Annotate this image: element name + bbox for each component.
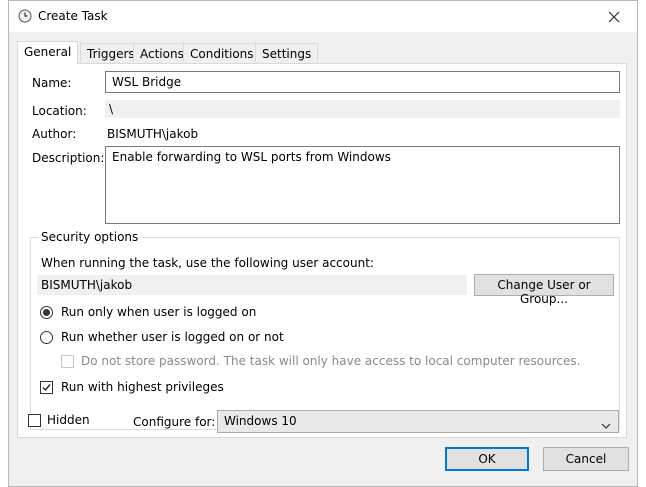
security-options-group: Security options When running the task, … (30, 230, 620, 430)
general-tab-panel: Name: WSL Bridge Location: \ Author: BIS… (17, 63, 627, 438)
radio-run-only-logged-on-label: Run only when user is logged on (61, 305, 257, 319)
author-value: BISMUTH\jakob (107, 127, 199, 141)
create-task-dialog: Create Task General Triggers Actions Con… (8, 0, 638, 487)
location-value: \ (105, 100, 620, 118)
checkbox-highest-privileges[interactable] (40, 381, 53, 394)
tab-general[interactable]: General (17, 41, 79, 64)
background-window-left (0, 0, 8, 487)
radio-run-whether-label: Run whether user is logged on or not (61, 330, 284, 344)
clock-icon (18, 9, 32, 23)
radio-run-whether[interactable] (40, 331, 53, 344)
tab-conditions[interactable]: Conditions (183, 43, 261, 62)
chevron-down-icon (601, 418, 611, 432)
configure-for-select[interactable]: Windows 10 (217, 410, 619, 433)
tab-settings[interactable]: Settings (255, 43, 319, 62)
close-icon (608, 11, 620, 23)
highest-privileges-label: Run with highest privileges (61, 380, 224, 394)
description-label: Description: (32, 151, 105, 165)
location-label: Location: (32, 104, 87, 118)
cancel-button[interactable]: Cancel (543, 447, 629, 471)
name-input[interactable]: WSL Bridge (105, 71, 620, 93)
checkbox-hidden[interactable] (28, 414, 41, 427)
name-label: Name: (32, 76, 72, 90)
author-label: Author: (32, 127, 77, 141)
checkbox-no-store-password[interactable] (61, 355, 74, 368)
window-title: Create Task (38, 9, 108, 23)
security-options-title: Security options (39, 230, 141, 244)
ok-button[interactable]: OK (445, 447, 529, 471)
radio-run-only-logged-on[interactable] (40, 306, 53, 319)
configure-for-value: Windows 10 (224, 414, 297, 428)
checkmark-icon (42, 384, 51, 392)
change-user-button[interactable]: Change User or Group... (474, 274, 614, 306)
title-bar[interactable]: Create Task (9, 1, 637, 32)
hidden-label: Hidden (47, 413, 90, 427)
background-window-right (638, 0, 646, 487)
description-textarea[interactable]: Enable forwarding to WSL ports from Wind… (105, 146, 620, 224)
no-store-password-label: Do not store password. The task will onl… (81, 354, 581, 368)
account-prompt: When running the task, use the following… (41, 256, 374, 270)
configure-for-label: Configure for: (133, 415, 216, 429)
user-account-value: BISMUTH\jakob (37, 275, 467, 295)
close-button[interactable] (591, 1, 637, 32)
